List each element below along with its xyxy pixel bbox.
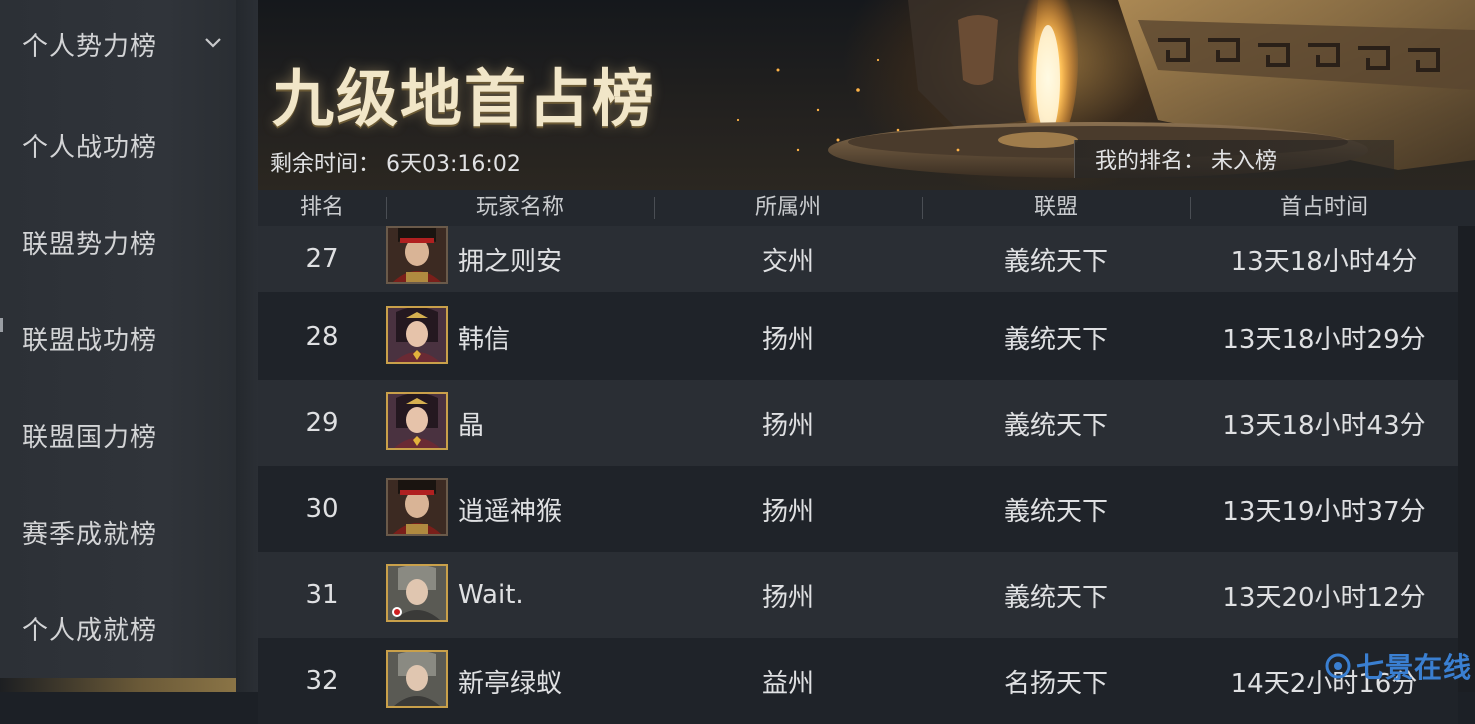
- column-header-player: 玩家名称: [475, 195, 564, 220]
- state-cell: 扬州: [761, 496, 814, 527]
- sidebar-item-alliance-strength[interactable]: 联盟国力榜: [0, 405, 236, 465]
- table-row[interactable]: 31 Wait. 扬州 義统天下 13天20小时12分: [258, 552, 1458, 638]
- rank-cell: 28: [305, 322, 339, 352]
- male-scholar-portrait-icon: [388, 652, 446, 706]
- panel-gap: [236, 0, 258, 692]
- banner: 九级地首占榜 剩余时间： 6天03:16:02 我的排名： 未入榜: [258, 0, 1475, 190]
- watermark-logo-icon: [1325, 653, 1351, 679]
- state-cell: 交州: [761, 246, 814, 277]
- rank-cell: 27: [305, 244, 339, 274]
- alliance-cell: 義统天下: [1003, 246, 1108, 277]
- scroll-marker: [0, 318, 3, 332]
- sidebar-bottom-bar: [0, 678, 236, 692]
- player-avatar[interactable]: [386, 392, 448, 450]
- sidebar-item-label: 个人成就榜: [22, 615, 158, 646]
- player-avatar[interactable]: [386, 478, 448, 536]
- sidebar-item-label: 赛季成就榜: [22, 519, 158, 550]
- sidebar-item-personal-achievement[interactable]: 个人成就榜: [0, 598, 236, 658]
- sidebar-item-label: 联盟势力榜: [22, 229, 158, 260]
- column-header-alliance: 联盟: [1033, 195, 1078, 220]
- countdown: 剩余时间： 6天03:16:02: [270, 146, 521, 178]
- table-header: 排名 玩家名称 所属州 联盟 首占时间: [258, 190, 1475, 227]
- table-row[interactable]: 30 逍遥神猴 扬州 義统天下 13天19小时37分: [258, 466, 1458, 552]
- alliance-cell: 名扬天下: [1003, 668, 1108, 699]
- main-panel: 九级地首占榜 剩余时间： 6天03:16:02 我的排名： 未入榜 排名 玩家名称 …: [258, 0, 1475, 724]
- male-warrior-portrait-icon: [388, 480, 446, 534]
- my-rank-label: 我的排名：: [1095, 149, 1206, 174]
- sidebar-item-personal-merit[interactable]: 个人战功榜: [0, 115, 236, 175]
- state-cell: 扬州: [761, 410, 814, 441]
- column-header-state: 所属州: [754, 195, 821, 220]
- male-scholar-portrait-icon: [388, 566, 446, 620]
- chevron-down-icon: [205, 38, 221, 48]
- alliance-cell: 義统天下: [1003, 582, 1108, 613]
- player-avatar[interactable]: [386, 650, 448, 708]
- state-cell: 益州: [761, 668, 814, 699]
- my-rank-box: 我的排名： 未入榜: [1074, 140, 1394, 178]
- column-header-first-time: 首占时间: [1279, 195, 1368, 220]
- rank-cell: 29: [305, 408, 339, 438]
- column-header-rank: 排名: [299, 195, 344, 220]
- table-row[interactable]: 32 新亭绿蚁 益州 名扬天下 14天2小时16分: [258, 638, 1458, 724]
- scrollbar-track[interactable]: [1458, 226, 1475, 692]
- state-cell: 扬州: [761, 582, 814, 613]
- male-warrior-portrait-icon: [388, 228, 446, 282]
- sidebar-item-alliance-power[interactable]: 联盟势力榜: [0, 212, 236, 272]
- alliance-cell: 義统天下: [1003, 410, 1108, 441]
- countdown-label: 剩余时间：: [270, 152, 381, 177]
- page-title: 九级地首占榜: [272, 62, 657, 135]
- sidebar-item-alliance-merit[interactable]: 联盟战功榜: [0, 308, 236, 368]
- first-occupy-time: 13天19小时37分: [1222, 496, 1426, 527]
- state-cell: 扬州: [761, 324, 814, 355]
- sidebar-item-personal-power[interactable]: 个人势力榜: [0, 14, 236, 74]
- female-general-portrait-icon: [388, 394, 446, 448]
- first-occupy-time: 13天20小时12分: [1222, 582, 1426, 613]
- table-row[interactable]: 28 韩信 扬州 義统天下 13天18小时29分: [258, 294, 1458, 380]
- sidebar-item-label: 个人战功榜: [22, 132, 158, 163]
- countdown-value: 6天03:16:02: [386, 152, 521, 177]
- sidebar-item-label: 联盟战功榜: [22, 325, 158, 356]
- first-occupy-time: 13天18小时29分: [1222, 324, 1426, 355]
- sidebar: 个人势力榜 个人战功榜 联盟势力榜 联盟战功榜 联盟国力榜 赛季成就榜 个人成就…: [0, 0, 237, 692]
- player-avatar[interactable]: [386, 306, 448, 364]
- alliance-cell: 義统天下: [1003, 324, 1108, 355]
- sidebar-item-label: 联盟国力榜: [22, 422, 158, 453]
- player-avatar[interactable]: [386, 226, 448, 284]
- rank-cell: 32: [305, 666, 339, 696]
- table-row[interactable]: 29 晶 扬州 義统天下 13天18小时43分: [258, 380, 1458, 466]
- rank-cell: 30: [305, 494, 339, 524]
- alliance-cell: 義统天下: [1003, 496, 1108, 527]
- rank-cell: 31: [305, 580, 339, 610]
- player-avatar[interactable]: [386, 564, 448, 622]
- first-occupy-time: 13天18小时4分: [1230, 246, 1418, 277]
- female-general-portrait-icon: [388, 308, 446, 362]
- sidebar-item-season-achievement[interactable]: 赛季成就榜: [0, 502, 236, 562]
- sidebar-item-label: 个人势力榜: [22, 31, 158, 62]
- table-row[interactable]: 27 拥之则安 交州 義统天下 13天18小时4分: [258, 226, 1458, 292]
- watermark: 七景在线: [1324, 646, 1472, 686]
- my-rank-value: 未入榜: [1211, 149, 1278, 174]
- watermark-text: 七景在线: [1356, 651, 1473, 684]
- first-occupy-time: 13天18小时43分: [1222, 410, 1426, 441]
